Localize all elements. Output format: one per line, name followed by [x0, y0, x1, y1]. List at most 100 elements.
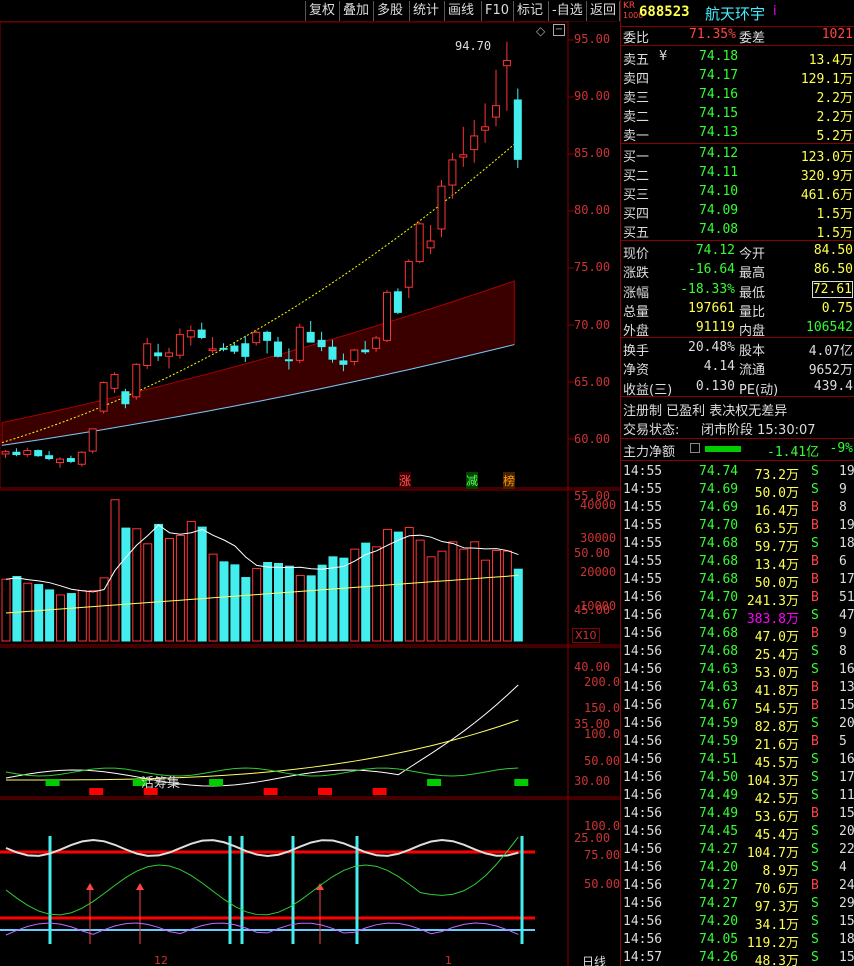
- tick-side: S: [811, 662, 819, 677]
- tick-time: 14:56: [623, 860, 663, 875]
- period-label[interactable]: 日线: [582, 953, 606, 966]
- minimize-icon[interactable]: −: [553, 24, 565, 36]
- tick-row: 14:56 74.63 41.8万 B 13: [621, 679, 854, 699]
- tick-side: S: [811, 608, 819, 623]
- tick-count: 8: [839, 500, 847, 515]
- stats2-row: 收益(三) 0.130 PE(动) 439.4: [621, 378, 854, 398]
- volume-bar: [121, 527, 131, 642]
- tick-price: 74.26: [699, 950, 739, 965]
- list-icon[interactable]: [690, 443, 700, 453]
- bids-volume: 1.5万: [816, 226, 853, 241]
- indicator1-axis-tick: 150.0: [584, 701, 621, 715]
- main-flow-label: 主力净额: [623, 445, 676, 460]
- tick-price: 74.69: [699, 482, 739, 497]
- tick-count: 4: [839, 860, 847, 875]
- tick-row: 14:56 74.49 42.5万 S 11: [621, 787, 854, 807]
- asks-row[interactable]: 卖四 74.17 129.1万: [621, 67, 854, 87]
- candle: [513, 99, 522, 160]
- volume-bar: [66, 593, 76, 642]
- tick-count: 22: [839, 842, 854, 857]
- asks-volume: 2.2万: [816, 110, 853, 125]
- bids-row[interactable]: 买五 74.08 1.5万: [621, 221, 854, 241]
- bids-row[interactable]: 买四 74.09 1.5万: [621, 202, 854, 222]
- bids-price: 74.09: [699, 203, 739, 218]
- tick-time: 14:55: [623, 572, 663, 587]
- stats-label2: 最低: [739, 285, 766, 301]
- tick-count: 19: [839, 518, 854, 533]
- date-label-dec: 12: [154, 954, 168, 966]
- candle: [219, 347, 228, 350]
- tick-count: 18: [839, 932, 854, 947]
- volume-bar: [426, 556, 436, 642]
- tick-row: 14:55 74.68 50.0万 B 17: [621, 571, 854, 591]
- weibi-label: 委比: [623, 31, 650, 46]
- tick-price: 74.68: [699, 536, 739, 551]
- tick-row: 14:55 74.68 13.4万 B 6: [621, 553, 854, 573]
- volume-bar: [306, 575, 316, 642]
- stock-name[interactable]: 航天环宇: [705, 3, 765, 24]
- tick-count: 16: [839, 662, 854, 677]
- volume-bar: [448, 541, 458, 642]
- tick-count: 20: [839, 824, 854, 839]
- tick-time: 14:56: [623, 644, 663, 659]
- stats2-value2: 4.07亿: [808, 344, 853, 359]
- bids-price: 74.11: [699, 165, 739, 180]
- asks-price: 74.18: [699, 49, 739, 64]
- tick-row: 14:56 74.59 82.8万 S 20: [621, 715, 854, 735]
- tick-row: 14:56 74.67 54.5万 B 15: [621, 697, 854, 717]
- diamond-icon[interactable]: ◇: [536, 24, 545, 38]
- indicator1-overlay-label: 活筹集: [141, 776, 181, 791]
- asks-row[interactable]: 卖三 74.16 2.2万: [621, 86, 854, 106]
- candle: [492, 105, 500, 118]
- volume-bar: [492, 549, 501, 642]
- bids-row[interactable]: 买一 74.12 123.0万: [621, 145, 854, 165]
- tick-side: S: [811, 536, 819, 551]
- asks-row[interactable]: 卖一 74.13 5.2万: [621, 124, 854, 144]
- candle: [383, 291, 391, 341]
- tick-count: 15: [839, 950, 854, 965]
- stats2-value: 20.48%: [688, 340, 735, 355]
- bids-volume: 123.0万: [800, 150, 853, 165]
- tick-time: 14:55: [623, 536, 663, 551]
- candle: [165, 352, 173, 357]
- tick-side: S: [811, 464, 819, 479]
- volume-bar: [45, 589, 55, 642]
- volume-bar: [165, 537, 174, 642]
- quote-panel: KR 1000 688523 航天环宇 i 委比 71.35% 委差 1021 …: [620, 0, 854, 966]
- stats2-value2: 9652万: [808, 363, 853, 379]
- tick-count: 8: [839, 644, 847, 659]
- price-axis-tick: 90.00: [574, 89, 611, 104]
- bids-label: 买四: [623, 207, 650, 222]
- tick-row: 14:56 74.20 8.9万 S 4: [621, 859, 854, 879]
- candle: [404, 261, 413, 288]
- stock-code: 688523: [639, 4, 690, 20]
- asks-row[interactable]: 卖五 ¥74.18 13.4万: [621, 48, 854, 68]
- bids-row[interactable]: 买三 74.10 461.6万: [621, 183, 854, 203]
- candle: [339, 360, 348, 365]
- tick-time: 14:55: [623, 518, 663, 533]
- tick-side: S: [811, 932, 819, 947]
- volume-bar: [230, 564, 240, 642]
- tick-count: 15: [839, 806, 854, 821]
- bids-row[interactable]: 买二 74.11 320.9万: [621, 164, 854, 184]
- info-icon[interactable]: i: [773, 4, 777, 19]
- stats-value: -18.33%: [680, 281, 735, 297]
- kline-chart-area[interactable]: 复权 叠加 多股 统计 画线 F10 标记 -自选 返回 ◇ − 94.70 9…: [0, 0, 620, 966]
- volume-bar: [186, 520, 196, 642]
- tick-price: 74.68: [699, 626, 739, 641]
- bids-label: 买五: [623, 226, 650, 241]
- tick-side: S: [811, 842, 819, 857]
- tick-side: B: [811, 878, 819, 893]
- tick-side: B: [811, 680, 819, 695]
- candle: [175, 334, 184, 356]
- volume-bar: [154, 523, 164, 642]
- tick-count: 15: [839, 698, 854, 713]
- status-label: 交易状态:: [623, 423, 680, 438]
- candle: [295, 326, 304, 361]
- candle: [317, 339, 326, 348]
- candle: [110, 374, 119, 389]
- stock-tags: 注册制 已盈利 表决权无差异: [621, 399, 854, 419]
- volume-bar: [274, 563, 283, 642]
- asks-row[interactable]: 卖二 74.15 2.2万: [621, 105, 854, 125]
- volume-bar: [241, 577, 251, 642]
